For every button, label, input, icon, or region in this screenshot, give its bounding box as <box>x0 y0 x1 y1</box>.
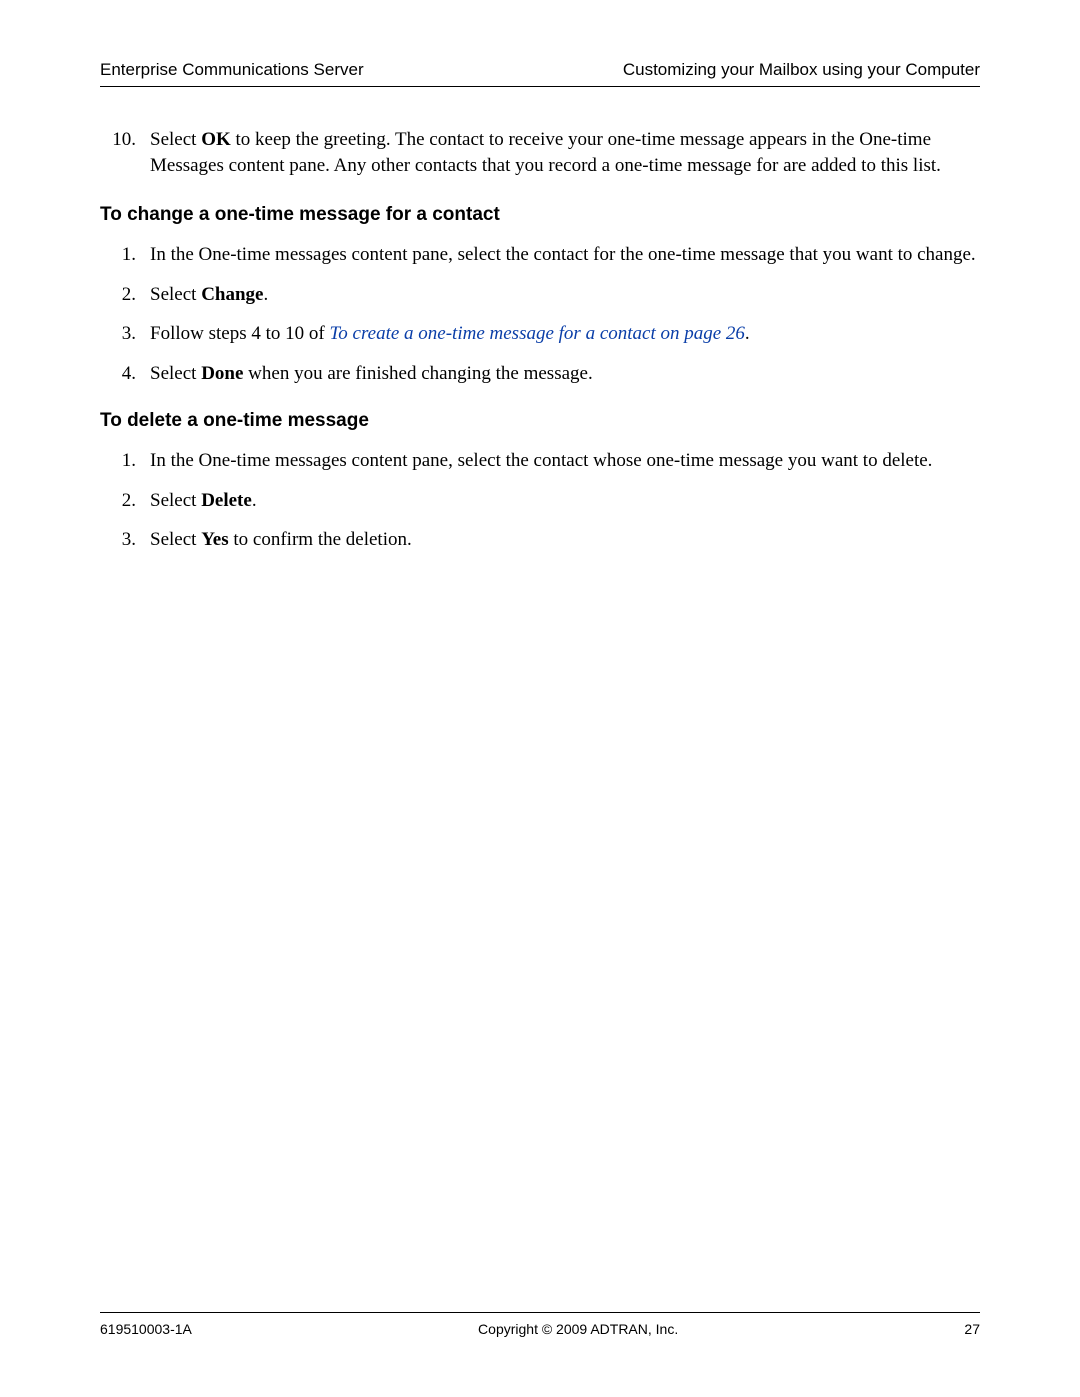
list-item: 1. In the One-time messages content pane… <box>100 242 980 268</box>
item-number: 3. <box>100 527 150 553</box>
list-item: 3. Select Yes to confirm the deletion. <box>100 527 980 553</box>
list-delete: 1. In the One-time messages content pane… <box>100 448 980 553</box>
bold-word: Done <box>201 363 243 384</box>
list-item: 4. Select Done when you are finished cha… <box>100 361 980 387</box>
step-number: 10. <box>100 127 150 178</box>
cross-reference-link[interactable]: To create a one-time message for a conta… <box>329 323 744 344</box>
text-prefix: Follow steps 4 to 10 of <box>150 323 329 344</box>
item-text: Select Delete. <box>150 488 980 514</box>
text-suffix: to keep the greeting. The contact to rec… <box>150 129 941 176</box>
footer-doc-id: 619510003-1A <box>100 1321 192 1337</box>
bold-word: Change <box>201 284 263 305</box>
item-number: 2. <box>100 488 150 514</box>
text-prefix: Select <box>150 284 201 305</box>
item-number: 4. <box>100 361 150 387</box>
item-number: 1. <box>100 242 150 268</box>
list-item: 3. Follow steps 4 to 10 of To create a o… <box>100 321 980 347</box>
list-item: 2. Select Delete. <box>100 488 980 514</box>
section-heading-change: To change a one-time message for a conta… <box>100 202 980 228</box>
header-right: Customizing your Mailbox using your Comp… <box>623 60 980 80</box>
item-text: Follow steps 4 to 10 of To create a one-… <box>150 321 980 347</box>
bold-word: Delete <box>201 490 252 511</box>
section-heading-delete: To delete a one-time message <box>100 408 980 434</box>
item-text: In the One-time messages content pane, s… <box>150 448 980 474</box>
document-page: Enterprise Communications Server Customi… <box>0 0 1080 1397</box>
text-suffix: to confirm the deletion. <box>229 529 412 550</box>
text-suffix: when you are finished changing the messa… <box>243 363 592 384</box>
text-prefix: Select <box>150 363 201 384</box>
bold-word: OK <box>201 129 231 150</box>
list-item: 1. In the One-time messages content pane… <box>100 448 980 474</box>
list-change: 1. In the One-time messages content pane… <box>100 242 980 387</box>
header-left: Enterprise Communications Server <box>100 60 364 80</box>
page-content: 10. Select OK to keep the greeting. The … <box>100 127 980 553</box>
item-text: Select Change. <box>150 282 980 308</box>
item-number: 1. <box>100 448 150 474</box>
text-suffix: . <box>745 323 750 344</box>
text-suffix: . <box>252 490 257 511</box>
footer-page-number: 27 <box>964 1321 980 1337</box>
bold-word: Yes <box>201 529 228 550</box>
item-text: Select Done when you are finished changi… <box>150 361 980 387</box>
item-number: 2. <box>100 282 150 308</box>
item-number: 3. <box>100 321 150 347</box>
text-prefix: Select <box>150 129 201 150</box>
item-text: In the One-time messages content pane, s… <box>150 242 980 268</box>
footer-copyright: Copyright © 2009 ADTRAN, Inc. <box>478 1321 678 1337</box>
text-suffix: . <box>263 284 268 305</box>
step-text: Select OK to keep the greeting. The cont… <box>150 127 980 178</box>
text-prefix: Select <box>150 490 201 511</box>
item-text: Select Yes to confirm the deletion. <box>150 527 980 553</box>
page-header: Enterprise Communications Server Customi… <box>100 60 980 87</box>
page-footer: 619510003-1A Copyright © 2009 ADTRAN, In… <box>100 1312 980 1337</box>
step-10: 10. Select OK to keep the greeting. The … <box>100 127 980 178</box>
text-prefix: Select <box>150 529 201 550</box>
list-item: 2. Select Change. <box>100 282 980 308</box>
